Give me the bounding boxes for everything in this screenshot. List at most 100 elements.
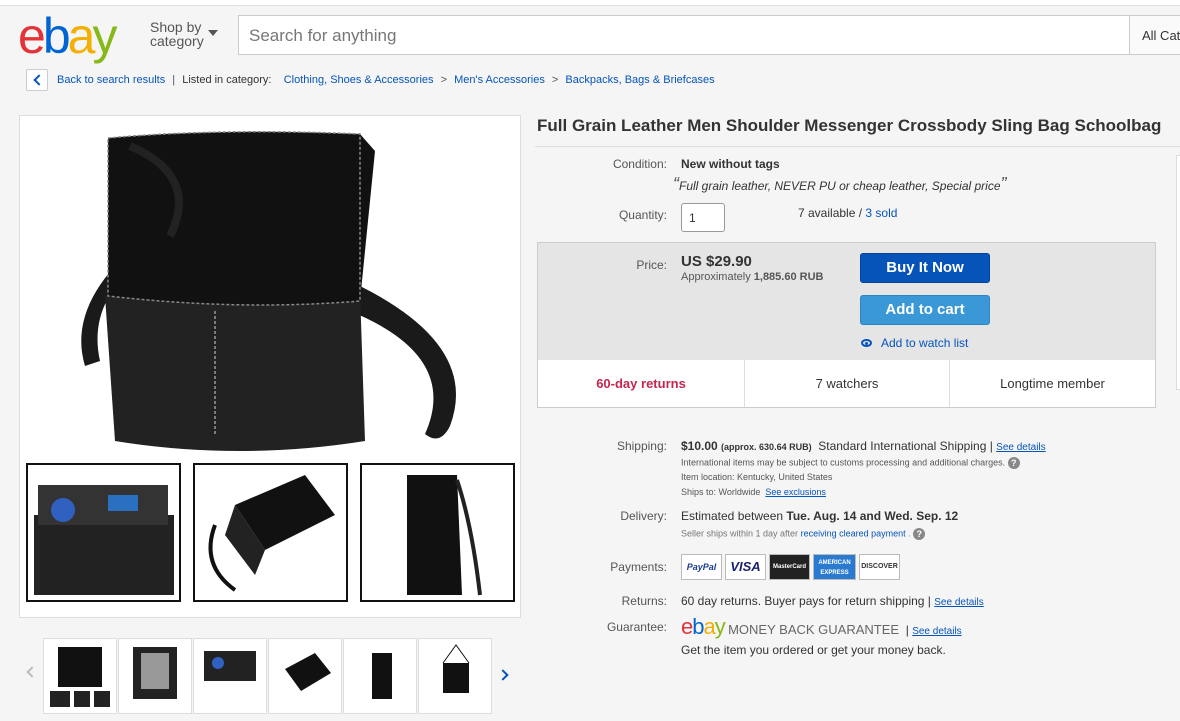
separator: > bbox=[440, 74, 448, 86]
guarantee-see-details-link[interactable]: See details bbox=[912, 626, 961, 637]
thumb-image bbox=[285, 653, 331, 691]
returns-see-details-link[interactable]: See details bbox=[934, 597, 983, 608]
paypal-icon: PayPal bbox=[681, 554, 722, 580]
listed-in-label: Listed in category: bbox=[182, 74, 272, 86]
gallery-thumbnail[interactable] bbox=[118, 638, 192, 714]
back-to-search-link[interactable]: Back to search results bbox=[57, 74, 165, 86]
product-detail-thumb[interactable] bbox=[26, 463, 181, 602]
watchers-badge: 7 watchers bbox=[815, 376, 879, 391]
category-select[interactable]: All Cate bbox=[1130, 15, 1180, 55]
guarantee-label: Guarantee: bbox=[606, 620, 667, 634]
search-input[interactable]: Search for anything bbox=[238, 15, 1130, 55]
thumb-image bbox=[50, 647, 110, 707]
separator: > bbox=[551, 74, 559, 86]
condition-note: “Full grain leather, NEVER PU or cheap l… bbox=[673, 174, 1007, 195]
condition-value: New without tags bbox=[681, 157, 780, 171]
logo-letter: y bbox=[714, 614, 726, 639]
ebay-small-logo: ebay bbox=[681, 614, 726, 639]
shop-by-label: Shop by bbox=[150, 19, 202, 35]
bag-image bbox=[81, 131, 456, 451]
customs-note-text: International items may be subject to cu… bbox=[681, 457, 1006, 468]
ships-to-text: Ships to: Worldwide bbox=[681, 487, 761, 497]
shipping-cost: $10.00 bbox=[681, 439, 718, 453]
gallery-thumbnail[interactable] bbox=[193, 638, 267, 714]
returns-line: 60 day returns. Buyer pays for return sh… bbox=[681, 594, 984, 608]
eye-icon bbox=[861, 339, 872, 347]
mastercard-icon: MasterCard bbox=[769, 554, 810, 580]
thumb-image bbox=[204, 651, 256, 681]
ebay-logo[interactable]: ebay bbox=[18, 8, 117, 64]
logo-letter: b bbox=[42, 8, 71, 64]
available-count: 7 available bbox=[798, 206, 856, 220]
gallery-thumbnail[interactable] bbox=[43, 638, 117, 714]
category-select-label: All Cate bbox=[1142, 28, 1180, 43]
member-badge: Longtime member bbox=[1000, 376, 1105, 391]
shipping-line: $10.00 (approx. 630.64 RUB) Standard Int… bbox=[681, 439, 1046, 453]
breadcrumb-item[interactable]: Clothing, Shoes & Accessories bbox=[284, 74, 434, 86]
divider bbox=[535, 146, 1180, 147]
price-approx: Approximately 1,885.60 RUB bbox=[681, 271, 823, 283]
close-quote-icon: ” bbox=[1000, 174, 1007, 194]
buy-it-now-button[interactable]: Buy It Now bbox=[860, 253, 990, 283]
condition-note-text: Full grain leather, NEVER PU or cheap le… bbox=[679, 179, 1001, 193]
product-detail-thumb[interactable] bbox=[193, 463, 348, 602]
bag-angle-image bbox=[208, 475, 335, 592]
delivery-note-prefix: Seller ships within 1 day after bbox=[681, 528, 799, 539]
guarantee-text: Get the item you ordered or get your mon… bbox=[681, 643, 946, 657]
category-label: category bbox=[150, 33, 204, 49]
gallery-thumbnail[interactable] bbox=[268, 638, 342, 714]
search-placeholder: Search for anything bbox=[249, 26, 397, 45]
help-icon[interactable]: ? bbox=[913, 528, 926, 540]
quantity-input[interactable]: 1 bbox=[681, 203, 725, 232]
breadcrumb: Back to search results | Listed in categ… bbox=[57, 74, 715, 86]
quantity-label: Quantity: bbox=[618, 208, 667, 222]
delivery-note: Seller ships within 1 day after receivin… bbox=[681, 528, 926, 540]
gallery-thumbnail[interactable] bbox=[343, 638, 417, 714]
shipping-service: Standard International Shipping | bbox=[818, 439, 993, 453]
see-exclusions-link[interactable]: See exclusions bbox=[765, 487, 826, 497]
logo-letter: a bbox=[703, 614, 716, 639]
chevron-right-icon[interactable] bbox=[497, 669, 509, 681]
thumb-image bbox=[442, 644, 470, 693]
chevron-left-icon[interactable] bbox=[26, 666, 38, 678]
quantity-value: 1 bbox=[689, 211, 696, 225]
money-back-guarantee: MONEY BACK GUARANTEE bbox=[728, 622, 900, 637]
bag-side-image bbox=[407, 475, 482, 596]
breadcrumb-item[interactable]: Backpacks, Bags & Briefcases bbox=[565, 74, 714, 86]
main-product-image[interactable] bbox=[19, 115, 521, 618]
chevron-down-icon[interactable] bbox=[208, 30, 218, 36]
shipping-approx: (approx. 630.64 RUB) bbox=[721, 442, 812, 452]
shipping-label: Shipping: bbox=[616, 439, 667, 453]
breadcrumb-item[interactable]: Men's Accessories bbox=[454, 74, 545, 86]
item-location: Item location: Kentucky, United States bbox=[681, 472, 833, 482]
gallery-thumbnail[interactable] bbox=[418, 638, 492, 714]
product-detail-thumb[interactable] bbox=[360, 463, 515, 602]
help-icon[interactable]: ? bbox=[1007, 457, 1020, 469]
thumb-image bbox=[372, 653, 392, 699]
thumb-image bbox=[133, 647, 177, 699]
returns-label: Returns: bbox=[621, 594, 667, 608]
discover-icon: DISCOVER bbox=[859, 554, 900, 580]
logo-letter: a bbox=[67, 8, 96, 64]
returns-badge: 60-day returns bbox=[596, 376, 686, 391]
sold-link[interactable]: 3 sold bbox=[865, 206, 897, 220]
logo-letter: e bbox=[681, 614, 693, 639]
back-arrow-icon[interactable] bbox=[26, 69, 48, 91]
guarantee-line: ebay MONEY BACK GUARANTEE | See details bbox=[681, 614, 962, 639]
delivery-prefix: Estimated between bbox=[681, 509, 784, 523]
delivery-label: Delivery: bbox=[620, 509, 667, 523]
payments-label: Payments: bbox=[610, 560, 667, 574]
add-to-cart-button[interactable]: Add to cart bbox=[860, 295, 990, 325]
visa-icon: VISA bbox=[725, 554, 766, 580]
shipping-see-details-link[interactable]: See details bbox=[996, 442, 1045, 453]
seller-panel-edge bbox=[1176, 155, 1180, 390]
ships-to: Ships to: Worldwide See exclusions bbox=[681, 487, 826, 497]
returns-text: 60 day returns. Buyer pays for return sh… bbox=[681, 594, 931, 608]
cleared-payment-link[interactable]: receiving cleared payment bbox=[801, 528, 906, 538]
shop-by-category-button[interactable]: Shop by category bbox=[150, 20, 204, 48]
customs-note: International items may be subject to cu… bbox=[681, 457, 1020, 469]
price-value: US $29.90 bbox=[681, 253, 752, 270]
add-to-watch-list-link[interactable]: Add to watch list bbox=[881, 336, 968, 350]
delivery-dates: Tue. Aug. 14 and Wed. Sep. 12 bbox=[786, 509, 959, 523]
separator: | bbox=[172, 74, 176, 86]
